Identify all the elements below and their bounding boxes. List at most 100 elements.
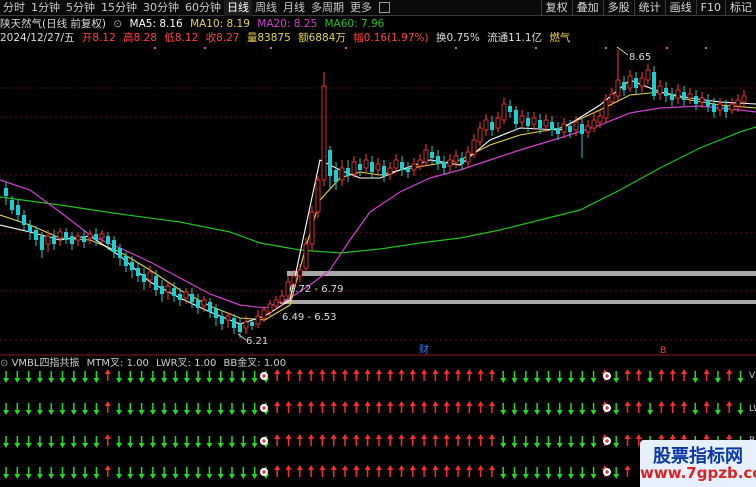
up-arrow-icon	[364, 465, 371, 470]
down-arrow-icon	[556, 410, 563, 415]
up-arrow-icon	[658, 401, 665, 406]
candle	[556, 128, 560, 134]
ma60-line	[0, 126, 756, 254]
down-arrow-icon	[70, 378, 77, 383]
candle	[10, 200, 14, 210]
up-arrow-icon	[726, 369, 733, 374]
candle	[741, 95, 747, 103]
peak-price-label: 8.65	[629, 52, 651, 63]
indicator-title: VMBL四指共振	[11, 358, 80, 369]
candle	[622, 82, 626, 90]
down-arrow-icon	[511, 474, 518, 479]
kline-chart[interactable]: 8.65 6.21 6.72 - 6.79 6.49 - 6.53 财 B VM…	[0, 0, 756, 487]
down-arrow-icon	[556, 474, 563, 479]
indicator-settings-icon[interactable]: ⊙	[0, 358, 8, 369]
up-arrow-icon	[274, 465, 281, 470]
candle	[16, 205, 20, 215]
down-arrow-icon	[36, 474, 43, 479]
candle	[387, 167, 393, 175]
candle	[724, 106, 728, 112]
down-arrow-icon	[36, 443, 43, 448]
candle	[183, 291, 189, 299]
down-arrow-icon	[522, 378, 529, 383]
down-arrow-icon	[25, 443, 32, 448]
ma20-line	[0, 105, 756, 309]
up-arrow-icon	[488, 465, 495, 470]
up-arrow-icon	[681, 369, 687, 374]
down-arrow-icon	[183, 410, 190, 415]
up-arrow-icon	[387, 401, 394, 406]
down-arrow-icon	[172, 474, 179, 479]
candle	[430, 152, 434, 158]
up-arrow-icon	[488, 369, 495, 374]
down-arrow-icon	[172, 410, 179, 415]
support-band-upper	[287, 271, 756, 276]
candle	[382, 166, 386, 176]
candle	[580, 124, 584, 134]
down-arrow-icon	[251, 443, 258, 448]
candle	[339, 167, 345, 181]
down-arrow-icon	[647, 410, 654, 415]
candle	[225, 315, 231, 321]
candle	[147, 271, 153, 281]
candle	[442, 162, 446, 168]
up-arrow-icon	[443, 369, 450, 374]
up-arrow-icon	[308, 465, 315, 470]
candle	[634, 78, 638, 88]
down-arrow-icon	[36, 410, 43, 415]
down-arrow-icon	[127, 443, 134, 448]
candle	[370, 162, 374, 172]
down-arrow-icon	[545, 443, 552, 448]
up-arrow-icon	[387, 434, 394, 439]
candle	[657, 85, 663, 95]
candle	[321, 85, 327, 181]
up-arrow-icon	[421, 369, 428, 374]
candle	[363, 159, 369, 169]
up-arrow-icon	[104, 465, 111, 470]
up-arrow-icon	[319, 465, 326, 470]
up-arrow-icon	[455, 434, 461, 439]
candle	[87, 233, 93, 239]
candle	[75, 235, 81, 241]
down-arrow-icon	[206, 443, 213, 448]
candle	[243, 321, 249, 329]
down-arrow-icon	[116, 443, 122, 448]
down-arrow-icon	[692, 410, 699, 415]
up-arrow-icon	[681, 434, 687, 439]
candle	[609, 93, 615, 103]
up-arrow-icon	[703, 369, 710, 374]
candle	[483, 119, 489, 131]
candle	[99, 233, 105, 239]
candle	[136, 268, 140, 276]
candle	[501, 103, 507, 121]
candle	[208, 302, 212, 312]
down-arrow-icon	[240, 443, 247, 448]
candle	[400, 162, 404, 170]
candle	[196, 300, 200, 308]
down-arrow-icon	[138, 443, 145, 448]
up-arrow-icon	[635, 401, 642, 406]
up-arrow-icon	[296, 465, 303, 470]
candle	[627, 75, 633, 89]
down-arrow-icon	[534, 474, 541, 479]
candle	[142, 274, 146, 282]
down-arrow-icon	[161, 410, 168, 415]
down-arrow-icon	[511, 443, 518, 448]
up-arrow-icon	[455, 369, 461, 374]
up-arrow-icon	[398, 465, 405, 470]
down-arrow-icon	[3, 378, 9, 383]
down-arrow-icon	[116, 474, 122, 479]
candle	[214, 308, 218, 318]
down-arrow-icon	[251, 474, 258, 479]
candle	[346, 168, 350, 176]
site-watermark: 股票指标网 www.7gpzb.com	[640, 440, 756, 487]
up-arrow-icon	[421, 465, 428, 470]
down-arrow-icon	[217, 474, 224, 479]
up-arrow-icon	[421, 434, 428, 439]
down-arrow-icon	[48, 443, 55, 448]
down-arrow-icon	[579, 378, 586, 383]
candle	[712, 104, 716, 112]
down-arrow-icon	[14, 474, 21, 479]
up-arrow-icon	[669, 434, 676, 439]
down-arrow-icon	[206, 378, 213, 383]
